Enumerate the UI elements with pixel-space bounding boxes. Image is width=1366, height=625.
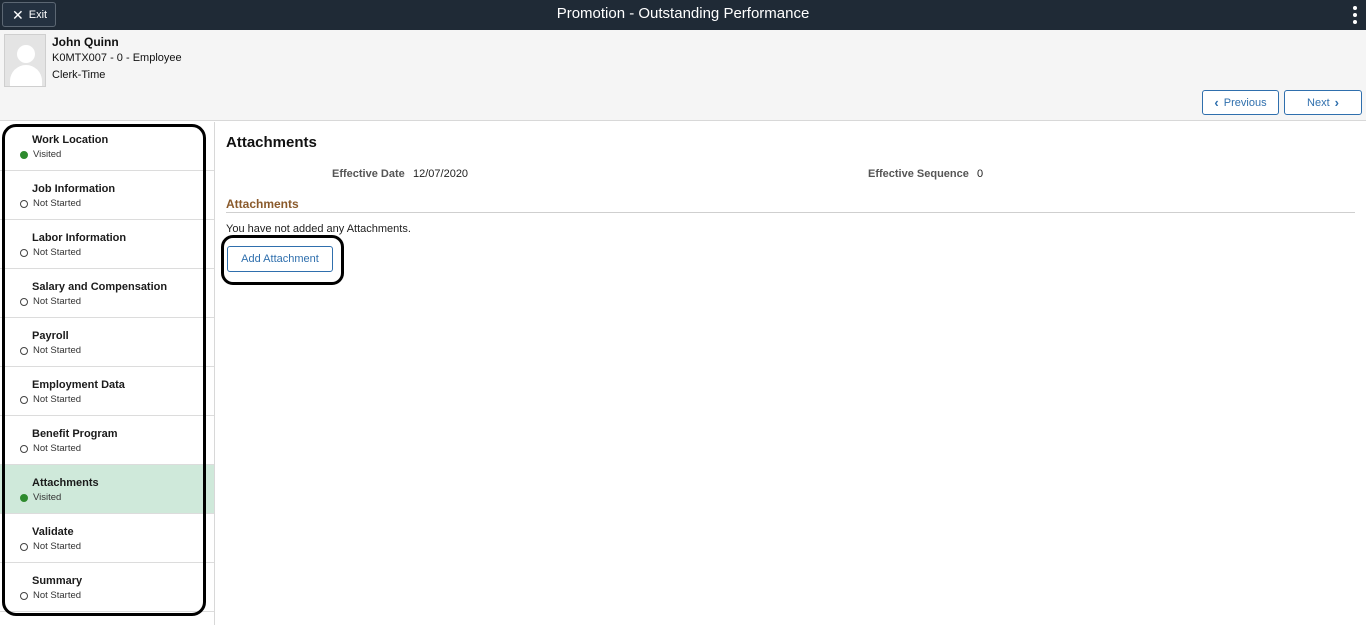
step-status: Visited	[33, 149, 62, 160]
step-status: Visited	[33, 492, 62, 503]
step-label: Job Information	[32, 183, 116, 195]
step-label: Salary and Compensation	[32, 281, 168, 293]
exit-label: Exit	[28, 8, 48, 21]
not-started-circle-icon	[20, 297, 28, 306]
not-started-circle-icon	[20, 199, 28, 208]
step-label: Labor Information	[32, 232, 127, 244]
visited-dot-icon	[20, 493, 28, 502]
step-summary[interactable]: Summary Not Started	[0, 563, 214, 612]
step-validate[interactable]: Validate Not Started	[0, 514, 214, 563]
not-started-circle-icon	[20, 591, 28, 600]
step-status: Not Started	[33, 394, 82, 405]
employee-name: John Quinn	[52, 35, 119, 49]
previous-label: Previous	[1223, 96, 1267, 109]
step-label: Attachments	[32, 477, 99, 489]
step-payroll[interactable]: Payroll Not Started	[0, 318, 214, 367]
step-label: Work Location	[32, 134, 109, 146]
chevron-right-icon: ›	[1334, 95, 1339, 110]
step-navigation: Work Location Visited Job Information No…	[0, 122, 215, 625]
not-started-circle-icon	[20, 444, 28, 453]
previous-button[interactable]: ‹ Previous	[1202, 90, 1279, 115]
not-started-circle-icon	[20, 346, 28, 355]
next-button[interactable]: Next ›	[1284, 90, 1362, 115]
effective-date-label: Effective Date	[332, 168, 405, 180]
step-status: Not Started	[33, 247, 82, 258]
step-status: Not Started	[33, 345, 82, 356]
chevron-left-icon: ‹	[1214, 95, 1219, 110]
step-status: Not Started	[33, 198, 82, 209]
top-bar: ✕ Exit Promotion - Outstanding Performan…	[0, 0, 1366, 30]
step-status: Not Started	[33, 443, 82, 454]
step-status: Not Started	[33, 541, 82, 552]
effective-sequence-value: 0	[977, 168, 984, 180]
section-divider	[226, 212, 1355, 213]
not-started-circle-icon	[20, 395, 28, 404]
step-benefit-program[interactable]: Benefit Program Not Started	[0, 416, 214, 465]
step-status: Not Started	[33, 296, 82, 307]
step-label: Employment Data	[32, 379, 125, 391]
employee-job: Clerk-Time	[52, 69, 106, 81]
exit-button[interactable]: ✕ Exit	[2, 2, 56, 27]
step-label: Validate	[32, 526, 74, 538]
avatar	[4, 34, 46, 87]
employee-header: John Quinn K0MTX007 - 0 - Employee Clerk…	[0, 30, 1366, 121]
visited-dot-icon	[20, 150, 28, 159]
close-icon: ✕	[12, 6, 24, 23]
employee-id: K0MTX007 - 0 - Employee	[52, 52, 182, 64]
not-started-circle-icon	[20, 248, 28, 257]
step-status: Not Started	[33, 590, 82, 601]
step-label: Summary	[32, 575, 83, 587]
page-title: Attachments	[226, 134, 317, 151]
step-employment-data[interactable]: Employment Data Not Started	[0, 367, 214, 416]
effective-date-value: 12/07/2020	[413, 168, 469, 180]
step-label: Payroll	[32, 330, 69, 342]
step-attachments[interactable]: Attachments Visited	[0, 465, 214, 514]
add-attachment-button[interactable]: Add Attachment	[227, 246, 333, 272]
step-labor-information[interactable]: Labor Information Not Started	[0, 220, 214, 269]
attachments-section-title: Attachments	[226, 197, 299, 211]
step-work-location[interactable]: Work Location Visited	[0, 122, 214, 171]
empty-attachments-message: You have not added any Attachments.	[226, 223, 411, 235]
not-started-circle-icon	[20, 542, 28, 551]
step-job-information[interactable]: Job Information Not Started	[0, 171, 214, 220]
next-label: Next	[1307, 96, 1330, 109]
step-label: Benefit Program	[32, 428, 118, 440]
effective-sequence-label: Effective Sequence	[868, 168, 969, 180]
main-content: Attachments Effective Date 12/07/2020 Ef…	[216, 122, 1366, 625]
more-actions-icon[interactable]	[1352, 6, 1358, 24]
page-header-title: Promotion - Outstanding Performance	[556, 5, 810, 22]
step-salary-and-compensation[interactable]: Salary and Compensation Not Started	[0, 269, 214, 318]
